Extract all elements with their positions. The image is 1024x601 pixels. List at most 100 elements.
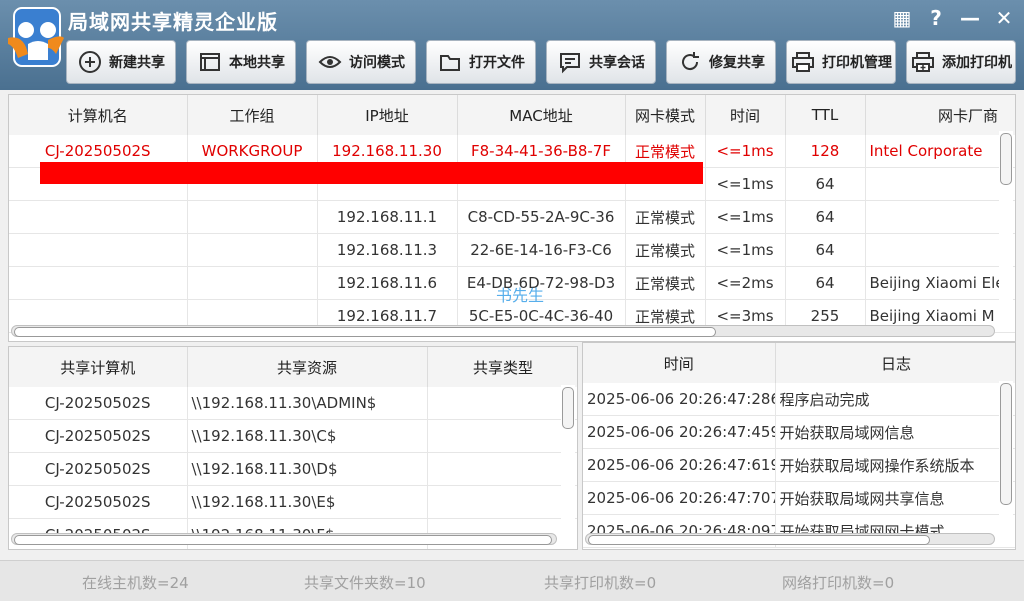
help-icon[interactable]: ? xyxy=(924,6,948,30)
hosts-column-header[interactable]: IP地址 xyxy=(317,95,458,135)
share-vertical-scroll-thumb[interactable] xyxy=(562,387,574,429)
access-mode-button[interactable]: 访问模式 xyxy=(306,40,416,84)
hosts-cell: <=1ms xyxy=(705,135,786,168)
shares-cell xyxy=(427,452,577,486)
hosts-cell xyxy=(865,200,1015,234)
hosts-column-header[interactable]: 计算机名 xyxy=(9,95,188,135)
toolbar-button-label: 访问模式 xyxy=(349,55,405,71)
toolbar-button-label: 打印机管理 xyxy=(822,55,892,71)
hosts-cell: 正常模式 xyxy=(625,200,706,234)
shares-cell: CJ-20250502S xyxy=(9,387,188,420)
host-vertical-scrollbar[interactable] xyxy=(999,131,1013,327)
open-file-button[interactable]: 打开文件 xyxy=(426,40,536,84)
hosts-cell xyxy=(187,233,318,267)
shares-row[interactable]: CJ-20250502S \\192.168.11.30\C$ xyxy=(9,419,577,453)
log-row[interactable]: 2025-06-06 20:26:47:459 开始获取局域网信息 xyxy=(583,415,1015,449)
log-cell: 2025-06-06 20:26:47:707 xyxy=(583,481,776,515)
minimize-icon[interactable]: — xyxy=(958,6,982,30)
shares-cell xyxy=(427,485,577,519)
hosts-row[interactable]: 192.168.11.1 C8-CD-55-2A-9C-36 正常模式 <=1ms 64 xyxy=(9,200,1015,234)
refresh-icon xyxy=(677,49,703,75)
printer-manage-button[interactable]: 打印机管理 xyxy=(786,40,896,84)
hosts-cell: <=1ms xyxy=(705,200,786,234)
grid-menu-icon[interactable]: ▦ xyxy=(890,6,914,30)
chat-icon xyxy=(557,49,583,75)
host-horizontal-scroll-thumb[interactable] xyxy=(14,327,716,337)
shares-row[interactable]: CJ-20250502S \\192.168.11.30\ADMIN$ xyxy=(9,387,577,420)
hosts-cell: 192.168.11.1 xyxy=(317,200,458,234)
hosts-column-header[interactable]: 网卡模式 xyxy=(625,95,706,135)
shares-column-header[interactable]: 共享类型 xyxy=(427,347,577,387)
hosts-cell xyxy=(187,266,318,300)
hosts-cell: 正常模式 xyxy=(625,266,706,300)
shares-column-header[interactable]: 共享资源 xyxy=(187,347,428,387)
log-table: 时间 日志 2025-06-06 20:26:47:286 程序启动完成 2025-0… xyxy=(583,343,1015,548)
close-icon[interactable]: ✕ xyxy=(992,6,1016,30)
share-session-button[interactable]: 共享会话 xyxy=(546,40,656,84)
log-cell: 开始获取局域网共享信息 xyxy=(775,481,1015,515)
new-share-button[interactable]: 新建共享 xyxy=(66,40,176,84)
log-cell: 2025-06-06 20:26:47:286 xyxy=(583,383,776,416)
folder-icon xyxy=(437,49,463,75)
shares-cell: \\192.168.11.30\ADMIN$ xyxy=(187,387,428,420)
hosts-cell xyxy=(865,233,1015,267)
shared-printers-count: 共享打印机数=0 xyxy=(544,574,657,592)
host-vertical-scroll-thumb[interactable] xyxy=(1000,133,1012,185)
local-share-button[interactable]: 本地共享 xyxy=(186,40,296,84)
add-printer-button[interactable]: 添加打印机 xyxy=(906,40,1016,84)
log-cell: 2025-06-06 20:26:47:459 xyxy=(583,415,776,449)
hosts-cell: 128 xyxy=(785,135,866,168)
eye-icon xyxy=(317,49,343,75)
log-horizontal-scrollbar[interactable] xyxy=(585,533,995,545)
status-bar: 在线主机数=24 共享文件夹数=10 共享打印机数=0 网络打印机数=0 xyxy=(0,560,1024,601)
share-list-panel: 共享计算机 共享资源 共享类型 CJ-20250502S \\192.168.11.3… xyxy=(8,346,578,550)
share-horizontal-scrollbar[interactable] xyxy=(11,533,557,545)
log-vertical-scrollbar[interactable] xyxy=(999,381,1013,533)
toolbar-button-label: 共享会话 xyxy=(589,55,645,71)
share-horizontal-scroll-thumb[interactable] xyxy=(14,535,552,545)
hosts-cell: <=1ms xyxy=(705,167,786,201)
hosts-column-header[interactable]: 网卡厂商 xyxy=(865,95,1015,135)
shares-column-header[interactable]: 共享计算机 xyxy=(9,347,188,387)
share-vertical-scrollbar[interactable] xyxy=(561,385,575,535)
hosts-row[interactable]: 192.168.11.3 22-6E-14-16-F3-C6 正常模式 <=1ms 64 xyxy=(9,233,1015,267)
app-logo-icon xyxy=(8,7,64,67)
shares-cell: CJ-20250502S xyxy=(9,419,188,453)
shares-cell: \\192.168.11.30\C$ xyxy=(187,419,428,453)
hosts-cell: 64 xyxy=(785,167,866,201)
log-cell: 程序启动完成 xyxy=(775,383,1015,416)
toolbar-button-label: 添加打印机 xyxy=(942,55,1012,71)
repair-share-button[interactable]: 修复共享 xyxy=(666,40,776,84)
plus-circle-icon xyxy=(77,49,103,75)
log-row[interactable]: 2025-06-06 20:26:47:286 程序启动完成 xyxy=(583,383,1015,416)
hosts-cell: <=1ms xyxy=(705,233,786,267)
log-horizontal-scroll-thumb[interactable] xyxy=(588,535,930,545)
hosts-column-header[interactable]: TTL xyxy=(785,95,866,135)
log-panel: 时间 日志 2025-06-06 20:26:47:286 程序启动完成 2025-0… xyxy=(582,342,1016,550)
shares-row[interactable]: CJ-20250502S \\192.168.11.30\E$ xyxy=(9,485,577,519)
toolbar-button-label: 打开文件 xyxy=(469,55,525,71)
log-column-header[interactable]: 时间 xyxy=(583,343,776,383)
log-cell: 2025-06-06 20:26:47:619 xyxy=(583,448,776,482)
shares-cell: CJ-20250502S xyxy=(9,452,188,486)
hosts-cell: Beijing Xiaomi Ele xyxy=(865,266,1015,300)
hosts-cell: 正常模式 xyxy=(625,233,706,267)
log-column-header[interactable]: 日志 xyxy=(775,343,1015,383)
title-bar: 局域网共享精灵企业版 ▦? — ✕ 新建共享 本地共享 访问模式 打开文件 共享会话 修复共享… xyxy=(0,0,1024,90)
hosts-column-header[interactable]: MAC地址 xyxy=(457,95,626,135)
log-vertical-scroll-thumb[interactable] xyxy=(1000,383,1012,505)
shares-row[interactable]: CJ-20250502S \\192.168.11.30\D$ xyxy=(9,452,577,486)
hosts-cell: 64 xyxy=(785,200,866,234)
share-table: 共享计算机 共享资源 共享类型 CJ-20250502S \\192.168.11.3… xyxy=(9,347,577,549)
shares-cell: CJ-20250502S xyxy=(9,485,188,519)
shares-cell xyxy=(427,387,577,420)
host-horizontal-scrollbar[interactable] xyxy=(11,325,995,337)
app-title: 局域网共享精灵企业版 xyxy=(68,10,278,34)
log-row[interactable]: 2025-06-06 20:26:47:707 开始获取局域网共享信息 xyxy=(583,481,1015,515)
watermark: 书先生 xyxy=(496,286,545,305)
log-row[interactable]: 2025-06-06 20:26:47:619 开始获取局域网操作系统版本 xyxy=(583,448,1015,482)
hosts-column-header[interactable]: 时间 xyxy=(705,95,786,135)
hosts-column-header[interactable]: 工作组 xyxy=(187,95,318,135)
shares-cell xyxy=(427,419,577,453)
toolbar: 新建共享 本地共享 访问模式 打开文件 共享会话 修复共享 打印机管理 添加打印机 xyxy=(66,40,1016,84)
